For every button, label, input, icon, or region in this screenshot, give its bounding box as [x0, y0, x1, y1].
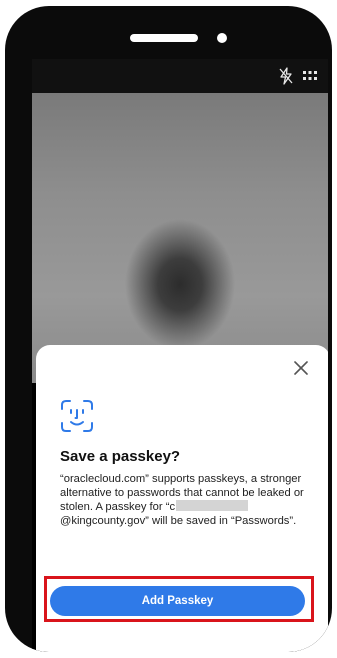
- close-button[interactable]: [290, 357, 312, 379]
- front-camera: [217, 33, 227, 43]
- phone-frame: Save a passkey? “oraclecloud.com” suppor…: [5, 6, 332, 652]
- phone-screen: Save a passkey? “oraclecloud.com” suppor…: [32, 59, 328, 652]
- close-icon: [294, 361, 308, 375]
- camera-top-bar: [32, 59, 328, 93]
- add-passkey-button[interactable]: Add Passkey: [50, 586, 305, 616]
- sheet-description: “oraclecloud.com” supports passkeys, a s…: [60, 472, 316, 528]
- redacted-email: [176, 500, 249, 511]
- email-prefix: “c: [165, 501, 176, 513]
- grid-icon[interactable]: [302, 69, 318, 83]
- face-id-icon: [61, 400, 93, 432]
- email-suffix: @kingcounty.gov” will be saved in “Passw…: [60, 515, 297, 527]
- sheet-title: Save a passkey?: [60, 448, 181, 465]
- camera-preview: [32, 93, 328, 383]
- flash-off-icon[interactable]: [278, 67, 294, 85]
- speaker-slot: [130, 34, 198, 42]
